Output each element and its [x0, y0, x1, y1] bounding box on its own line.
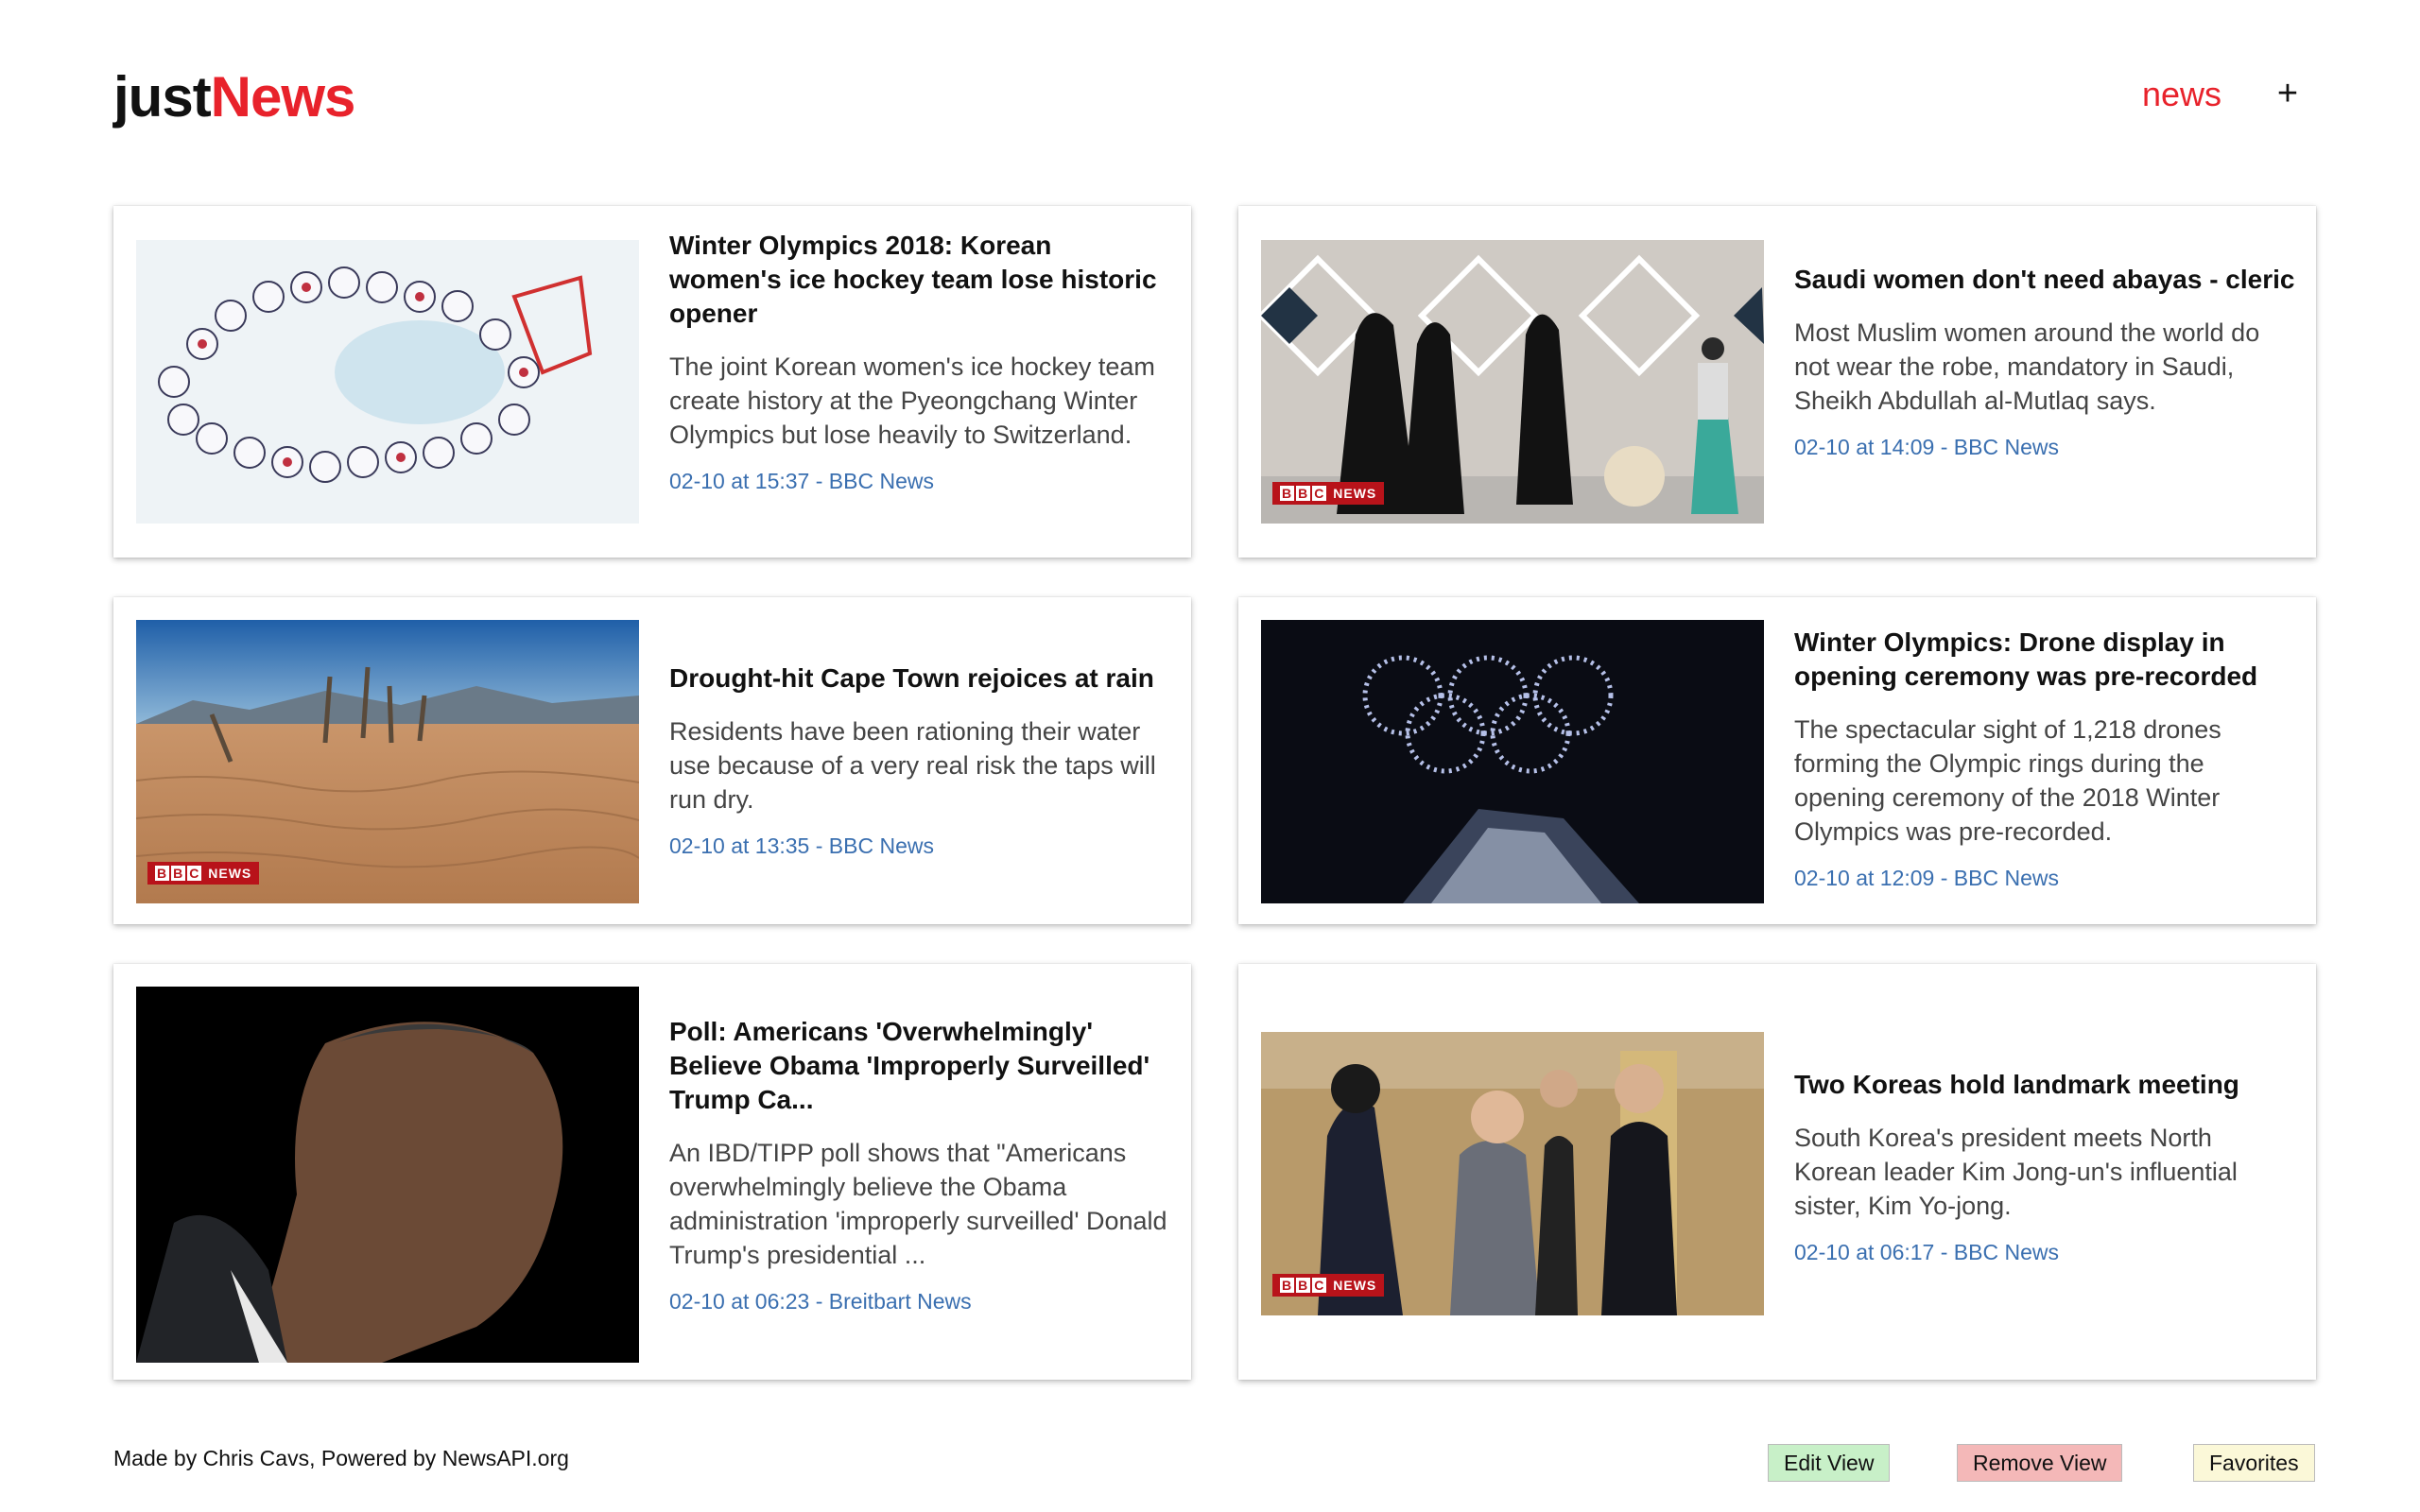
logo[interactable]: justNews: [113, 64, 356, 129]
article-content: Winter Olympics: Drone display in openin…: [1794, 626, 2295, 891]
article-description: The spectacular sight of 1,218 drones fo…: [1794, 715, 2221, 846]
article-description: Most Muslim women around the world do no…: [1794, 318, 2260, 415]
remove-view-button[interactable]: Remove View: [1957, 1444, 2123, 1482]
logo-news: News: [210, 65, 356, 129]
article-content: Saudi women don't need abayas - cleric M…: [1794, 263, 2295, 460]
article-title[interactable]: Poll: Americans 'Overwhelmingly' Believe…: [669, 1015, 1170, 1117]
article-content: Poll: Americans 'Overwhelmingly' Believe…: [669, 1015, 1170, 1314]
bbc-news-badge: BBC NEWS: [1272, 1274, 1385, 1297]
article-meta: 02-10 at 06:17 - BBC News: [1794, 1240, 2059, 1264]
article-description: South Korea's president meets North Kore…: [1794, 1124, 2238, 1220]
article-description: An IBD/TIPP poll shows that "Americans o…: [669, 1139, 1167, 1269]
article-thumbnail[interactable]: BBC NEWS: [1261, 1032, 1764, 1315]
logo-just: just: [113, 65, 212, 129]
article-card[interactable]: BBC NEWS Drought-hit Cape Town rejoices …: [113, 597, 1191, 924]
article-thumbnail[interactable]: BBC NEWS: [136, 620, 639, 903]
article-content: Drought-hit Cape Town rejoices at rain R…: [669, 662, 1170, 859]
add-view-button[interactable]: +: [2269, 74, 2307, 114]
article-meta: 02-10 at 13:35 - BBC News: [669, 833, 934, 858]
article-card[interactable]: Poll: Americans 'Overwhelmingly' Believe…: [113, 964, 1191, 1380]
article-meta: 02-10 at 15:37 - BBC News: [669, 469, 934, 493]
article-title[interactable]: Winter Olympics 2018: Korean women's ice…: [669, 229, 1170, 331]
header: justNews news +: [113, 57, 2307, 132]
saudi-women-image: [1261, 240, 1764, 524]
article-card[interactable]: Winter Olympics: Drone display in openin…: [1238, 597, 2316, 924]
article-card[interactable]: Winter Olympics 2018: Korean women's ice…: [113, 206, 1191, 558]
article-description: The joint Korean women's ice hockey team…: [669, 352, 1155, 449]
article-content: Two Koreas hold landmark meeting South K…: [1794, 1068, 2295, 1265]
bbc-news-badge: BBC NEWS: [1272, 482, 1385, 505]
article-thumbnail[interactable]: [136, 987, 639, 1363]
article-title[interactable]: Two Koreas hold landmark meeting: [1794, 1068, 2295, 1102]
nav: news +: [2142, 74, 2307, 114]
footer-credit: Made by Chris Cavs, Powered by NewsAPI.o…: [113, 1446, 569, 1470]
olympic-drones-image: [1261, 620, 1764, 903]
obama-portrait-image: [136, 987, 639, 1363]
favorites-button[interactable]: Favorites: [2193, 1444, 2315, 1482]
bbc-news-badge: BBC NEWS: [147, 862, 260, 885]
edit-view-button[interactable]: Edit View: [1768, 1444, 1891, 1482]
article-card[interactable]: BBC NEWS Two Koreas hold landmark meetin…: [1238, 964, 2316, 1380]
article-meta: 02-10 at 14:09 - BBC News: [1794, 435, 2059, 459]
article-meta: 02-10 at 12:09 - BBC News: [1794, 866, 2059, 890]
article-card[interactable]: BBC NEWS Saudi women don't need abayas -…: [1238, 206, 2316, 558]
article-meta: 02-10 at 06:23 - Breitbart News: [669, 1289, 972, 1314]
koreas-meeting-image: [1261, 1032, 1764, 1315]
article-thumbnail[interactable]: BBC NEWS: [1261, 240, 1764, 524]
hockey-image: [136, 240, 639, 524]
nav-news-link[interactable]: news: [2142, 75, 2221, 114]
cape-town-drought-image: [136, 620, 639, 903]
article-thumbnail[interactable]: [1261, 620, 1764, 903]
article-title[interactable]: Saudi women don't need abayas - cleric: [1794, 263, 2295, 297]
article-content: Winter Olympics 2018: Korean women's ice…: [669, 229, 1170, 494]
article-description: Residents have been rationing their wate…: [669, 717, 1156, 814]
article-title[interactable]: Drought-hit Cape Town rejoices at rain: [669, 662, 1170, 696]
article-title[interactable]: Winter Olympics: Drone display in openin…: [1794, 626, 2295, 694]
article-thumbnail[interactable]: [136, 240, 639, 524]
